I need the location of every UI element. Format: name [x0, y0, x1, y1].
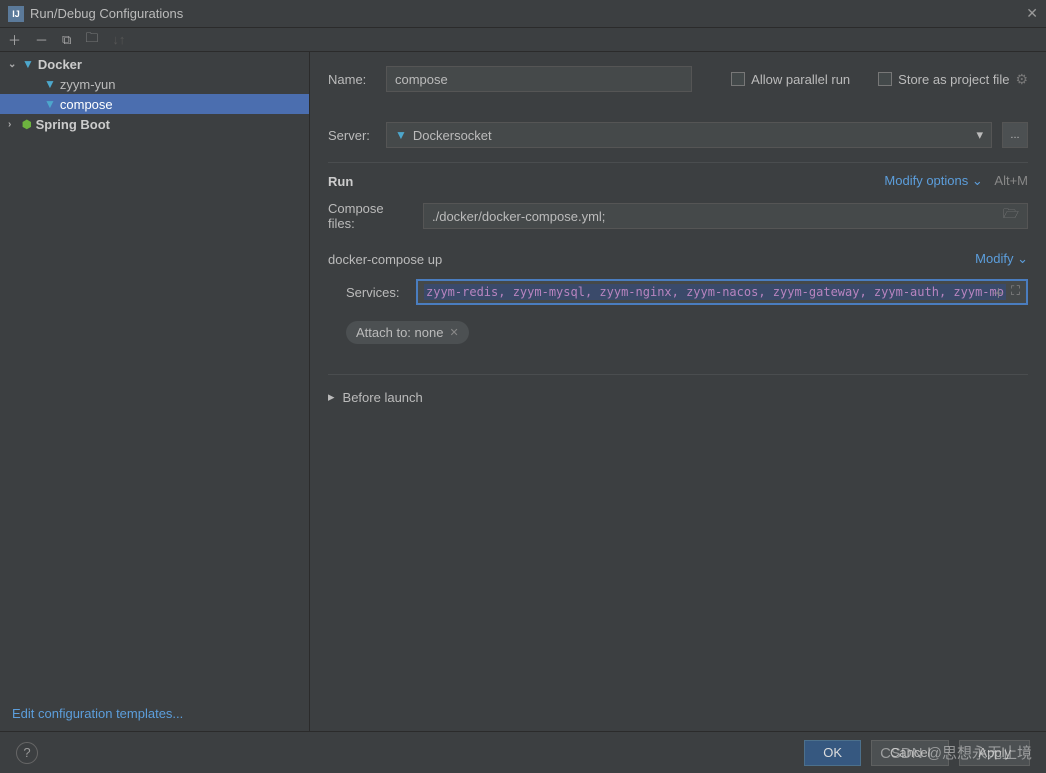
modify-link[interactable]: Modify ⌄ [975, 251, 1028, 267]
edit-templates-link[interactable]: Edit configuration templates... [0, 696, 309, 731]
apply-button[interactable]: Apply [959, 740, 1030, 766]
before-launch-section[interactable]: ▸ Before launch [328, 374, 1028, 405]
copy-icon[interactable]: ⧉ [62, 32, 71, 48]
server-select[interactable]: ▼ Dockersocket ▾ [386, 122, 992, 148]
spring-icon: ⬢ [22, 118, 32, 131]
services-input[interactable]: zyym-redis, zyym-mysql, zyym-nginx, zyym… [416, 279, 1028, 305]
docker-icon: ▼ [22, 57, 34, 71]
allow-parallel-label: Allow parallel run [751, 72, 850, 87]
tree-item-zyym-yun[interactable]: ▼ zyym-yun [0, 74, 309, 94]
server-value: Dockersocket [413, 128, 492, 143]
sort-icon: ↓↑ [112, 32, 125, 47]
compose-files-label: Compose files: [328, 201, 413, 231]
remove-icon[interactable]: － [35, 30, 48, 49]
cancel-button[interactable]: Cancel [871, 740, 949, 766]
attach-to-label: Attach to: none [356, 325, 443, 340]
app-icon: IJ [8, 6, 24, 22]
add-icon[interactable]: ＋ [8, 30, 21, 49]
allow-parallel-checkbox[interactable] [731, 72, 745, 86]
window-title: Run/Debug Configurations [30, 6, 183, 21]
services-value: zyym-redis, zyym-mysql, zyym-nginx, zyym… [424, 284, 1006, 300]
ok-button[interactable]: OK [804, 740, 861, 766]
compose-up-label: docker-compose up [328, 252, 442, 267]
server-label: Server: [328, 128, 376, 143]
chevron-down-icon: ⌄ [8, 59, 18, 70]
docker-icon: ▼ [44, 77, 56, 91]
attach-to-chip[interactable]: Attach to: none ✕ [346, 321, 469, 344]
toolbar: ＋ － ⧉ 🗀 ↓↑ [0, 28, 1046, 52]
chevron-down-icon: ▾ [976, 127, 983, 143]
folder-save-icon[interactable]: 🗀 [85, 29, 98, 51]
plus-icon[interactable]: ＋ [992, 283, 1005, 302]
title-bar: IJ Run/Debug Configurations ✕ [0, 0, 1046, 28]
expand-icon[interactable]: ⛶ [1011, 283, 1020, 302]
docker-icon: ▼ [395, 128, 407, 142]
tree-label: zyym-yun [60, 77, 116, 92]
name-label: Name: [328, 72, 376, 87]
run-section-title: Run [328, 174, 353, 189]
tree-label: Docker [38, 57, 82, 72]
gear-icon[interactable]: ⚙ [1015, 71, 1028, 88]
close-icon[interactable]: ✕ [449, 326, 458, 339]
close-icon[interactable]: ✕ [1026, 5, 1038, 22]
tree-label: Spring Boot [36, 117, 110, 132]
tree-item-compose[interactable]: ▼ compose [0, 94, 309, 114]
tree-group-spring-boot[interactable]: › ⬢ Spring Boot [0, 114, 309, 134]
store-project-checkbox[interactable] [878, 72, 892, 86]
help-button[interactable]: ? [16, 742, 38, 764]
footer: ? OK Cancel Apply [0, 731, 1046, 773]
services-label: Services: [346, 285, 406, 300]
compose-files-input[interactable]: ./docker/docker-compose.yml; 🗁 [423, 203, 1028, 229]
tree-label: compose [60, 97, 113, 112]
chevron-down-icon: ⌄ [1017, 251, 1028, 266]
store-project-label: Store as project file [898, 72, 1009, 87]
docker-icon: ▼ [44, 97, 56, 111]
compose-files-value: ./docker/docker-compose.yml; [432, 209, 605, 224]
sidebar: ⌄ ▼ Docker ▼ zyym-yun ▼ compose › ⬢ Spri… [0, 52, 310, 731]
chevron-right-icon: › [8, 119, 18, 130]
content-panel: Name: Allow parallel run Store as projec… [310, 52, 1046, 731]
config-tree: ⌄ ▼ Docker ▼ zyym-yun ▼ compose › ⬢ Spri… [0, 52, 309, 696]
name-input[interactable] [386, 66, 692, 92]
chevron-down-icon: ⌄ [972, 173, 983, 188]
folder-icon[interactable]: 🗁 [1003, 205, 1019, 227]
before-launch-label: Before launch [343, 390, 423, 405]
modify-shortcut: Alt+M [994, 173, 1028, 188]
chevron-right-icon: ▸ [328, 389, 335, 405]
tree-group-docker[interactable]: ⌄ ▼ Docker [0, 54, 309, 74]
modify-options-link[interactable]: Modify options ⌄ [884, 173, 986, 188]
server-more-button[interactable]: ... [1002, 122, 1028, 148]
